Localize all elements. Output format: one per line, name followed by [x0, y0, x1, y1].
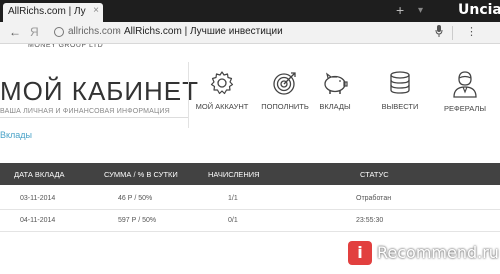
piggy-bank-icon: [305, 70, 365, 96]
deposits-section-link[interactable]: Вклады: [0, 130, 32, 140]
user-icon: [435, 70, 495, 98]
cell-status: 23:55:30: [356, 217, 384, 224]
cell-accruals: 1/1: [228, 195, 238, 202]
table-row: 03-11-2014 46 Р / 50% 1/1 Отработан: [0, 188, 500, 210]
site-info-icon[interactable]: [54, 27, 64, 37]
cell-date: 03-11-2014: [20, 195, 56, 202]
cell-amount: 597 Р / 50%: [118, 217, 157, 224]
url-page-title[interactable]: AllRichs.com | Лучшие инвестиции: [124, 26, 283, 37]
column-header-accruals: НАЧИСЛЕНИЯ: [208, 170, 260, 179]
cell-accruals: 0/1: [228, 217, 238, 224]
nav-my-account[interactable]: МОЙ АККАУНТ: [192, 70, 252, 120]
column-header-amount: СУММА / % В СУТКИ: [104, 170, 178, 179]
search-engine-logo[interactable]: Я: [30, 25, 39, 39]
nav-label: МОЙ АККАУНТ: [195, 102, 249, 111]
table-row: 04-11-2014 597 Р / 50% 0/1 23:55:30: [0, 210, 500, 232]
microphone-icon[interactable]: [435, 25, 443, 40]
cell-status: Отработан: [356, 195, 392, 202]
nav-deposits[interactable]: ВКЛАДЫ: [305, 70, 365, 120]
address-bar: ← Я allrichs.com › AllRichs.com | Лучшие…: [0, 22, 500, 44]
header-vertical-divider: [188, 62, 189, 128]
column-header-date: ДАТА ВКЛАДА: [14, 170, 65, 179]
watermark-username: Uncia: [458, 2, 500, 18]
page-title: МОЙ КАБИНЕТ: [0, 76, 200, 106]
browser-tab[interactable]: AllRichs.com | Лучшие ×: [3, 3, 103, 22]
back-arrow-icon[interactable]: ←: [9, 25, 21, 39]
column-header-status: СТАТУС: [360, 170, 389, 179]
new-tab-icon[interactable]: +: [396, 3, 404, 17]
tab-title: AllRichs.com | Лучшие: [8, 6, 86, 17]
window-menu-icon[interactable]: ▾: [418, 5, 423, 16]
gear-icon: [192, 70, 252, 96]
site-watermark: i Recommend.ru: [348, 235, 499, 269]
browser-tab-strip: AllRichs.com | Лучшие × + ▾ Uncia: [0, 0, 500, 22]
browser-menu-icon[interactable]: ⋮: [466, 25, 477, 38]
screenshot: AllRichs.com | Лучшие × + ▾ Uncia ← Я al…: [0, 0, 500, 274]
url-separator: ›: [116, 26, 120, 37]
url-domain[interactable]: allrichs.com: [68, 26, 121, 37]
nav-label: ВКЛАДЫ: [319, 102, 351, 111]
tab-close-icon[interactable]: ×: [93, 5, 99, 16]
coin-stack-icon: [370, 70, 430, 96]
address-bar-divider: [452, 26, 453, 40]
cell-amount: 46 Р / 50%: [118, 195, 153, 202]
watermark-logo: i: [348, 241, 372, 265]
nav-label: ВЫВЕСТИ: [381, 102, 419, 111]
nav-referrals[interactable]: РЕФЕРАЛЫ: [435, 70, 495, 120]
cell-date: 04-11-2014: [20, 217, 56, 224]
nav-label: РЕФЕРАЛЫ: [444, 104, 486, 113]
title-divider: [0, 117, 188, 118]
nav-withdraw[interactable]: ВЫВЕСТИ: [370, 70, 430, 120]
deposits-table-header: ДАТА ВКЛАДА СУММА / % В СУТКИ НАЧИСЛЕНИЯ…: [0, 163, 500, 185]
watermark-text: Recommend.ru: [377, 243, 499, 262]
brand-name: MONEY GROUP LTD: [28, 44, 104, 49]
page-subtitle: ВАША ЛИЧНАЯ И ФИНАНСОВАЯ ИНФОРМАЦИЯ: [0, 108, 170, 115]
